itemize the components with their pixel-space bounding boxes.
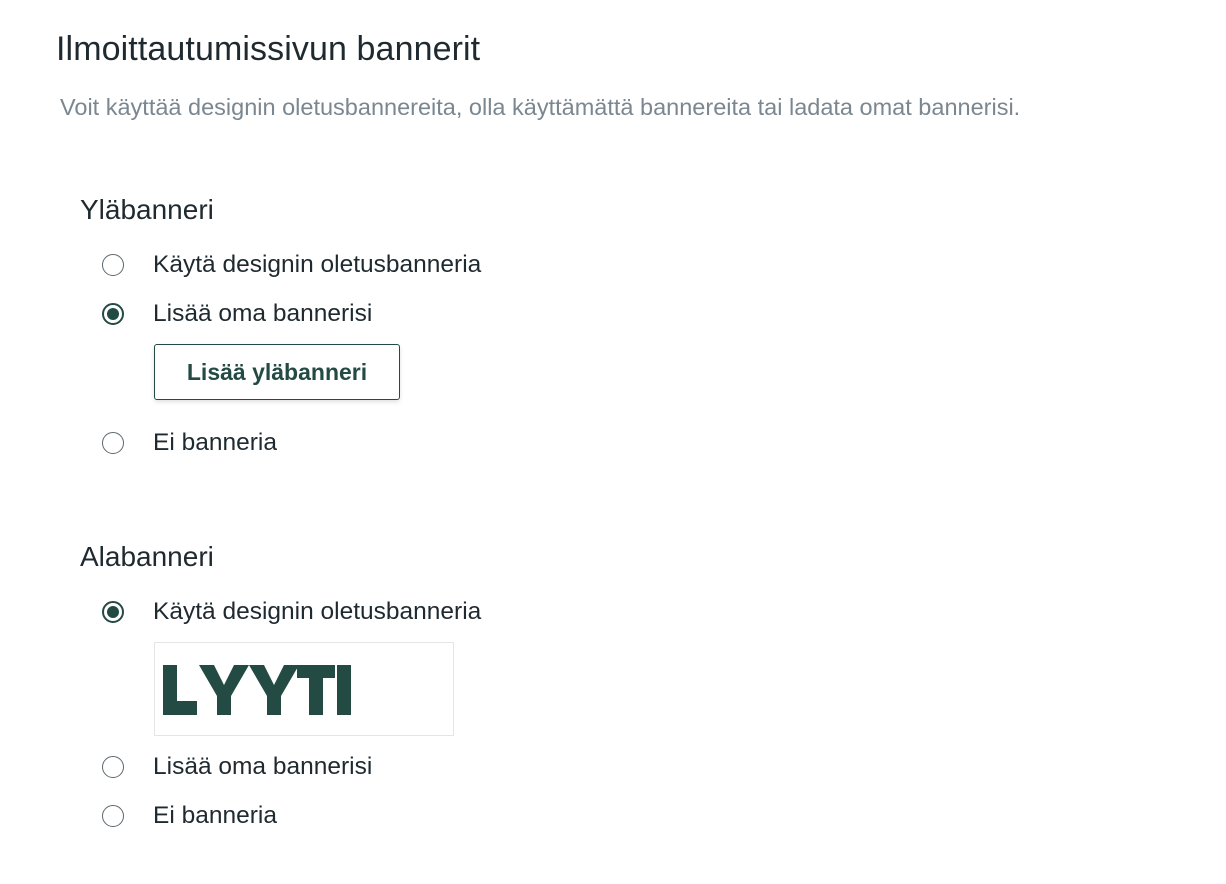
bottom-banner-option-none[interactable]: Ei banneria xyxy=(102,802,277,830)
top-banner-option-default[interactable]: Käytä designin oletusbanneria xyxy=(102,251,481,279)
radio-label: Käytä designin oletusbanneria xyxy=(153,251,482,278)
top-banner-option-none[interactable]: Ei banneria xyxy=(102,429,277,457)
radio-button[interactable] xyxy=(102,303,124,325)
lyyti-logo xyxy=(163,665,351,715)
radio-label: Käytä designin oletusbanneria xyxy=(153,598,482,625)
radio-button[interactable] xyxy=(102,756,124,778)
radio-button[interactable] xyxy=(102,601,124,623)
radio-button[interactable] xyxy=(102,432,124,454)
radio-label: Lisää oma bannerisi xyxy=(153,753,373,780)
add-top-banner-button[interactable]: Lisää yläbanneri xyxy=(154,344,400,400)
radio-label: Ei banneria xyxy=(153,802,277,829)
top-banner-title: Yläbanneri xyxy=(80,194,214,225)
radio-button[interactable] xyxy=(102,254,124,276)
page-title: Ilmoittautumissivun bannerit xyxy=(56,30,481,68)
radio-label: Lisää oma bannerisi xyxy=(153,300,373,327)
page-subtitle: Voit käyttää designin oletusbannereita, … xyxy=(60,94,1021,120)
default-banner-preview xyxy=(154,642,454,736)
bottom-banner-option-default[interactable]: Käytä designin oletusbanneria xyxy=(102,598,481,626)
bottom-banner-title: Alabanneri xyxy=(80,541,214,572)
top-banner-option-custom[interactable]: Lisää oma bannerisi xyxy=(102,300,372,328)
radio-label: Ei banneria xyxy=(153,429,277,456)
radio-button[interactable] xyxy=(102,805,124,827)
bottom-banner-option-custom[interactable]: Lisää oma bannerisi xyxy=(102,753,372,781)
